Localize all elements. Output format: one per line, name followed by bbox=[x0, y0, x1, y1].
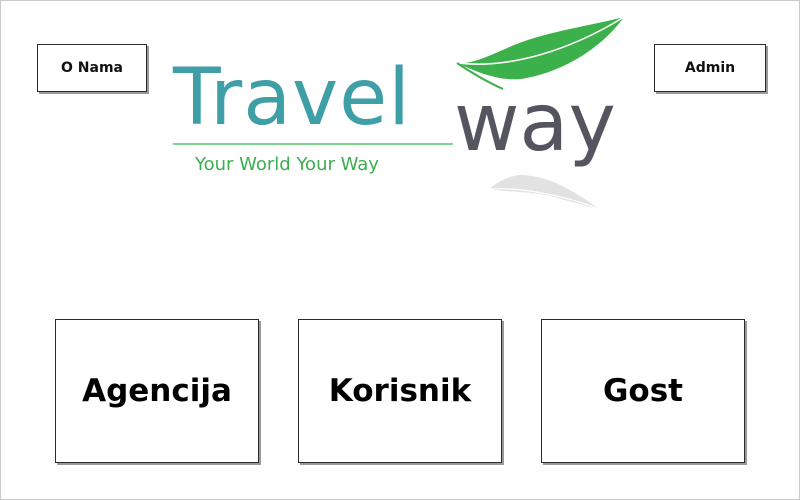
logo-tagline: Your World Your Way bbox=[195, 154, 379, 175]
user-button-label: Korisnik bbox=[328, 373, 472, 409]
about-button-label: O Nama bbox=[61, 60, 123, 76]
guest-button-label: Gost bbox=[602, 373, 683, 409]
admin-button-label: Admin bbox=[684, 60, 736, 76]
about-button[interactable]: O Nama bbox=[37, 44, 147, 92]
user-button[interactable]: Korisnik bbox=[298, 319, 502, 463]
guest-button[interactable]: Gost bbox=[541, 319, 745, 463]
logo-underline bbox=[173, 143, 453, 145]
app-window: O Nama Admin Travel way Your World Your … bbox=[0, 0, 800, 500]
admin-button[interactable]: Admin bbox=[654, 44, 766, 92]
logo-wordmark-way: way bbox=[454, 76, 616, 169]
agency-button[interactable]: Agencija bbox=[55, 319, 259, 463]
logo-wordmark-travel: Travel bbox=[173, 53, 411, 143]
travelway-logo: Travel way Your World Your Way bbox=[169, 15, 629, 215]
agency-button-label: Agencija bbox=[82, 373, 232, 409]
